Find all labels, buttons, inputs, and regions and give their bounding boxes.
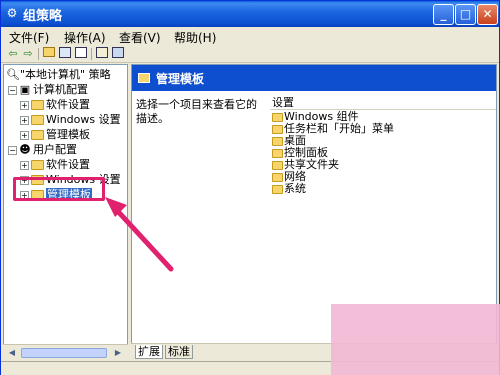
tree-item-label: Windows 设置 [46,113,121,126]
tree-item-computer-windows[interactable]: + Windows 设置 [20,113,121,127]
menu-action[interactable]: 操作(A) [64,29,106,46]
folder-icon [272,160,283,170]
tree-horizontal-scrollbar[interactable]: ◀ ▶ [3,344,128,360]
back-arrow-icon[interactable]: ⇦ [6,47,20,61]
folder-icon [31,160,44,170]
maximize-button[interactable]: □ [455,4,476,25]
tree-item-user-software[interactable]: + 软件设置 [20,158,90,172]
menu-help[interactable]: 帮助(H) [174,29,216,46]
export-list-icon[interactable] [74,47,88,61]
collapse-icon[interactable]: − [8,145,17,155]
toolbar-separator [38,48,39,60]
tree-item-computer-software[interactable]: + 软件设置 [20,98,90,112]
expand-icon[interactable]: + [20,115,29,125]
toolbar-separator [91,48,92,60]
tree-item-computer-admin[interactable]: + 管理模板 [20,128,90,142]
folder-icon [31,130,44,140]
group-policy-window: ⚙ 组策略 _ □ ✕ 文件(F) 操作(A) 查看(V) 帮助(H) ⇦ ⇨ [0,0,500,375]
scroll-left-icon[interactable]: ◀ [5,347,19,359]
policy-icon: 🔍︎ [6,68,20,81]
minimize-button[interactable]: _ [433,4,454,25]
folder-icon [272,136,283,146]
tab-extended[interactable]: 扩展 [135,345,163,359]
folder-icon [272,124,283,134]
tree-item-label: 管理模板 [46,128,90,141]
scroll-thumb[interactable] [21,348,107,358]
computer-icon: ▣ [19,83,31,96]
menu-file[interactable]: 文件(F) [9,29,49,46]
folder-icon [272,172,283,182]
help-icon[interactable] [111,47,125,61]
description-text: 选择一个项目来查看它的描述。 [136,98,257,125]
tree-item-label: 用户配置 [33,143,77,156]
expand-icon[interactable]: + [20,130,29,140]
properties-icon[interactable] [95,47,109,61]
tree-item-label: 软件设置 [46,98,90,111]
show-tree-icon[interactable] [58,47,72,61]
tab-standard[interactable]: 标准 [165,345,193,359]
tree-item-computer-config[interactable]: − ▣ 计算机配置 [8,83,88,97]
scroll-right-icon[interactable]: ▶ [111,347,125,359]
group-policy-icon: ⚙ [6,6,18,20]
folder-icon [31,115,44,125]
list-item-label: 系统 [284,182,306,195]
details-header-title: 管理模板 [156,72,205,86]
folder-icon [138,73,150,83]
window-title: 组策略 [23,9,63,24]
tree-item-label: 软件设置 [46,158,90,171]
folder-icon [272,112,283,122]
expand-icon[interactable]: + [20,160,29,170]
folder-icon [272,184,283,194]
user-icon: ☻ [19,143,31,156]
watermark-patch [331,304,500,375]
tree-item-user-config[interactable]: − ☻ 用户配置 [8,143,77,157]
forward-arrow-icon[interactable]: ⇨ [21,47,35,61]
menu-view[interactable]: 查看(V) [119,29,161,46]
title-bar[interactable]: ⚙ 组策略 _ □ ✕ [1,1,499,27]
tree-root-label: "本地计算机" 策略 [20,68,111,81]
folder-icon [31,100,44,110]
details-header: 管理模板 [132,65,496,91]
tree-pane[interactable]: 🔍︎"本地计算机" 策略 − ▣ 计算机配置 + 软件设置 + Windows 设置 +… [3,64,128,360]
collapse-icon[interactable]: − [8,85,17,95]
tree-root[interactable]: 🔍︎"本地计算机" 策略 [6,68,111,82]
expand-icon[interactable]: + [20,100,29,110]
annotation-highlight-box [13,177,105,201]
folder-icon [272,148,283,158]
column-header-setting[interactable]: 设置 [270,95,496,110]
up-folder-icon[interactable] [42,47,56,61]
list-item[interactable]: 系统 [272,183,306,195]
tree-item-label: 计算机配置 [33,83,88,96]
toolbar: ⇦ ⇨ [1,47,499,63]
menu-bar: 文件(F) 操作(A) 查看(V) 帮助(H) [1,27,499,47]
close-button[interactable]: ✕ [477,4,498,25]
